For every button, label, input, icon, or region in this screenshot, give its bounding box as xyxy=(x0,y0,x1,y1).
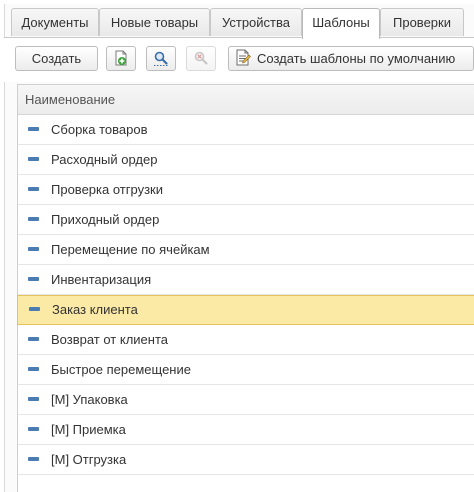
table-row[interactable]: Перемещение по ячейкам xyxy=(18,235,474,265)
row-marker-icon xyxy=(28,277,39,281)
add-document-icon xyxy=(115,50,127,66)
tab-documents[interactable]: Документы xyxy=(11,8,99,36)
row-label: Расходный ордер xyxy=(51,152,158,167)
table-row[interactable]: [М] Отгрузка xyxy=(18,445,474,475)
row-marker-icon xyxy=(28,157,39,161)
row-label: Перемещение по ячейкам xyxy=(51,242,210,257)
row-marker-icon xyxy=(28,127,39,131)
row-label: [М] Отгрузка xyxy=(51,452,127,467)
search-cancel-icon xyxy=(194,51,208,65)
row-marker-icon xyxy=(28,397,39,401)
table-row[interactable]: Проверка отгрузки xyxy=(18,175,474,205)
row-label: Приходный ордер xyxy=(51,212,160,227)
find-button[interactable] xyxy=(146,46,176,71)
tab-new-products[interactable]: Новые товары xyxy=(99,8,210,36)
table-row[interactable]: Приходный ордер xyxy=(18,205,474,235)
tab-checks[interactable]: Проверки xyxy=(380,8,464,36)
table-row[interactable]: Быстрое перемещение xyxy=(18,355,474,385)
tab-templates[interactable]: Шаблоны xyxy=(302,8,380,39)
document-icon xyxy=(236,49,251,66)
table-row[interactable]: Сборка товаров xyxy=(18,115,474,145)
table-row[interactable]: Инвентаризация xyxy=(18,265,474,295)
tab-devices[interactable]: Устройства xyxy=(210,8,302,36)
row-marker-icon xyxy=(28,367,39,371)
create-button[interactable]: Создать xyxy=(15,46,98,71)
templates-table: Наименование Сборка товаров Расходный ор… xyxy=(17,84,474,492)
row-label: Сборка товаров xyxy=(51,122,148,137)
row-marker-icon xyxy=(28,427,39,431)
row-marker-icon xyxy=(28,187,39,191)
row-marker-icon xyxy=(28,457,39,461)
row-marker-icon xyxy=(28,247,39,251)
tab-bar: Документы Новые товары Устройства Шаблон… xyxy=(4,8,474,39)
row-marker-icon xyxy=(28,217,39,221)
table-row[interactable]: Расходный ордер xyxy=(18,145,474,175)
create-default-templates-label: Создать шаблоны по умолчанию xyxy=(257,51,456,66)
row-label: Быстрое перемещение xyxy=(51,362,191,377)
table-row[interactable]: [М] Приемка xyxy=(18,415,474,445)
row-label: Проверка отгрузки xyxy=(51,182,163,197)
row-label: Возврат от клиента xyxy=(51,332,168,347)
row-marker-icon xyxy=(29,307,40,311)
row-label: [М] Упаковка xyxy=(51,392,128,407)
row-marker-icon xyxy=(28,337,39,341)
column-header-name[interactable]: Наименование xyxy=(18,85,474,115)
copy-button[interactable] xyxy=(106,46,136,71)
search-icon xyxy=(154,51,168,66)
table-row[interactable]: Возврат от клиента xyxy=(18,325,474,355)
toolbar: Создать Создать шаблоны по умолчанию xyxy=(4,38,474,82)
row-label: Заказ клиента xyxy=(52,302,138,317)
row-label: [М] Приемка xyxy=(51,422,126,437)
table-row-selected[interactable]: Заказ клиента xyxy=(17,295,474,325)
create-default-templates-button[interactable]: Создать шаблоны по умолчанию xyxy=(228,46,474,71)
row-label: Инвентаризация xyxy=(51,272,152,287)
table-row[interactable]: [М] Упаковка xyxy=(18,385,474,415)
cancel-find-button[interactable] xyxy=(186,46,216,71)
